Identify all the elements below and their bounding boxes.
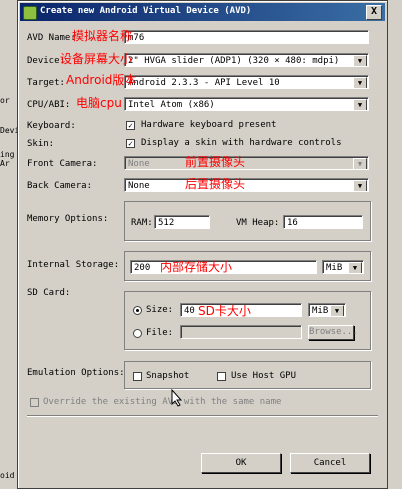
android-app-icon	[23, 6, 37, 20]
annotation-cpu: 电脑cpu	[76, 96, 122, 110]
annotation-front-camera: 前置摄像头	[185, 155, 246, 169]
title-bar[interactable]: Create new Android Virtual Device (AVD) …	[20, 3, 385, 21]
background-window: or Devi ing Ar oid	[0, 0, 19, 489]
annotation-internal-storage: 内部存储大小	[160, 260, 233, 274]
close-button[interactable]: X	[366, 5, 382, 20]
device-select[interactable]: 2" HVGA slider (ADP1) (320 × 480: mdpi) …	[124, 53, 369, 67]
sd-file-radio[interactable]	[133, 329, 142, 338]
cancel-button[interactable]: Cancel	[290, 453, 370, 473]
annotation-target: Android版本	[66, 73, 137, 87]
override-checkbox	[30, 398, 39, 407]
back-camera-label: Back Camera:	[27, 181, 93, 191]
target-value: Android 2.3.3 - API Level 10	[128, 78, 280, 88]
chevron-down-icon[interactable]: ▼	[353, 180, 367, 191]
cpu-abi-value: Intel Atom (x86)	[128, 100, 215, 110]
override-label: Override the existing AVD with the same …	[43, 397, 282, 407]
back-camera-select[interactable]: None ▼	[124, 178, 369, 192]
chevron-down-icon: ▼	[353, 158, 367, 169]
keyboard-label: Keyboard:	[27, 121, 76, 131]
skin-label: Skin:	[27, 139, 55, 149]
cpu-abi-label: CPU/ABI:	[27, 100, 71, 110]
back-camera-value: None	[128, 181, 150, 191]
target-select[interactable]: Android 2.3.3 - API Level 10 ▼	[124, 75, 369, 89]
sd-size-unit-select[interactable]: MiB ▼	[308, 303, 346, 317]
snapshot-checkbox[interactable]	[133, 372, 142, 381]
chevron-down-icon[interactable]: ▼	[348, 262, 362, 273]
separator	[27, 415, 378, 417]
annotation-sd-card: SD卡大小	[198, 304, 251, 318]
memory-options-label: Memory Options:	[27, 214, 109, 224]
skin-checkbox[interactable]: ✓	[126, 139, 135, 148]
cpu-abi-select[interactable]: Intel Atom (x86) ▼	[124, 97, 369, 111]
emulation-group: Snapshot Use Host GPU	[124, 361, 371, 389]
sd-card-label: SD Card:	[27, 288, 71, 298]
target-label: Target:	[27, 78, 65, 88]
background-text: oid	[0, 471, 15, 480]
emulation-options-label: Emulation Options:	[27, 368, 125, 378]
annotation-back-camera: 后置摄像头	[185, 177, 246, 191]
device-value: 2" HVGA slider (ADP1) (320 × 480: mdpi)	[128, 56, 340, 66]
sd-file-input	[180, 325, 302, 339]
avd-name-label: AVD Name:	[27, 33, 76, 43]
vm-heap-input[interactable]: 16	[283, 215, 363, 229]
sd-card-group: Size: 40 MiB ▼ File: Browse...	[124, 291, 371, 350]
vm-heap-label: VM Heap:	[236, 218, 280, 228]
chevron-down-icon[interactable]: ▼	[353, 99, 367, 110]
annotation-device: 设备屏幕大小	[60, 52, 133, 66]
chevron-down-icon[interactable]: ▼	[330, 305, 344, 316]
background-window-right	[386, 0, 402, 489]
browse-button: Browse...	[308, 325, 358, 340]
front-camera-label: Front Camera:	[27, 159, 98, 169]
chevron-down-icon[interactable]: ▼	[353, 55, 367, 66]
internal-storage-unit: MiB	[326, 263, 343, 273]
sd-size-label: Size:	[146, 305, 174, 315]
internal-storage-unit-select[interactable]: MiB ▼	[322, 260, 364, 274]
keyboard-checkbox[interactable]: ✓	[126, 121, 135, 130]
sd-size-unit: MiB	[312, 306, 329, 316]
front-camera-select: None ▼	[124, 156, 369, 170]
snapshot-label: Snapshot	[146, 371, 190, 381]
ram-input[interactable]: 512	[154, 215, 210, 229]
sd-size-radio[interactable]	[133, 306, 142, 315]
host-gpu-checkbox[interactable]	[217, 372, 226, 381]
skin-checkbox-label: Display a skin with hardware controls	[141, 138, 342, 148]
background-text: or	[0, 96, 10, 105]
internal-storage-label: Internal Storage:	[27, 260, 120, 270]
front-camera-value: None	[128, 159, 150, 169]
avd-name-input[interactable]: m76	[124, 30, 369, 44]
keyboard-checkbox-label: Hardware keyboard present	[141, 120, 277, 130]
dialog-title: Create new Android Virtual Device (AVD)	[40, 6, 252, 16]
memory-group: RAM: 512 VM Heap: 16	[124, 201, 371, 241]
ok-button[interactable]: OK	[201, 453, 281, 473]
host-gpu-label: Use Host GPU	[231, 371, 297, 381]
sd-file-label: File:	[146, 328, 174, 338]
background-text: ing Ar	[0, 150, 15, 168]
annotation-avd-name: 模拟器名称	[72, 29, 133, 43]
chevron-down-icon[interactable]: ▼	[353, 77, 367, 88]
mouse-cursor-icon	[171, 389, 183, 407]
ram-label: RAM:	[131, 218, 153, 228]
